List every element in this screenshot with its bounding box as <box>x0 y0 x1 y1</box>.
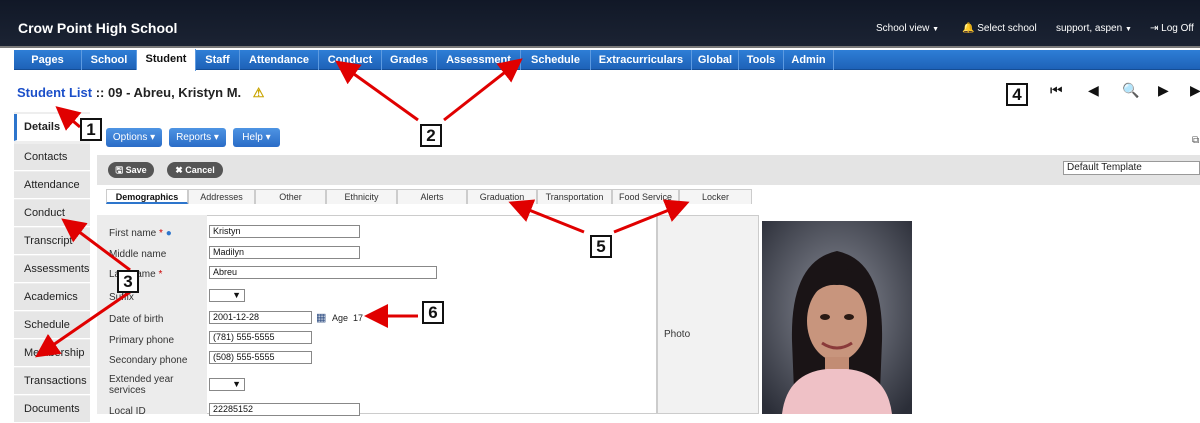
annotation-6: 6 <box>422 301 444 324</box>
annotation-3: 3 <box>117 270 139 293</box>
annotation-5: 5 <box>590 235 612 258</box>
annotation-2: 2 <box>420 124 442 147</box>
annotation-4: 4 <box>1006 83 1028 106</box>
annotation-arrows <box>35 58 690 358</box>
annotation-1: 1 <box>80 118 102 141</box>
